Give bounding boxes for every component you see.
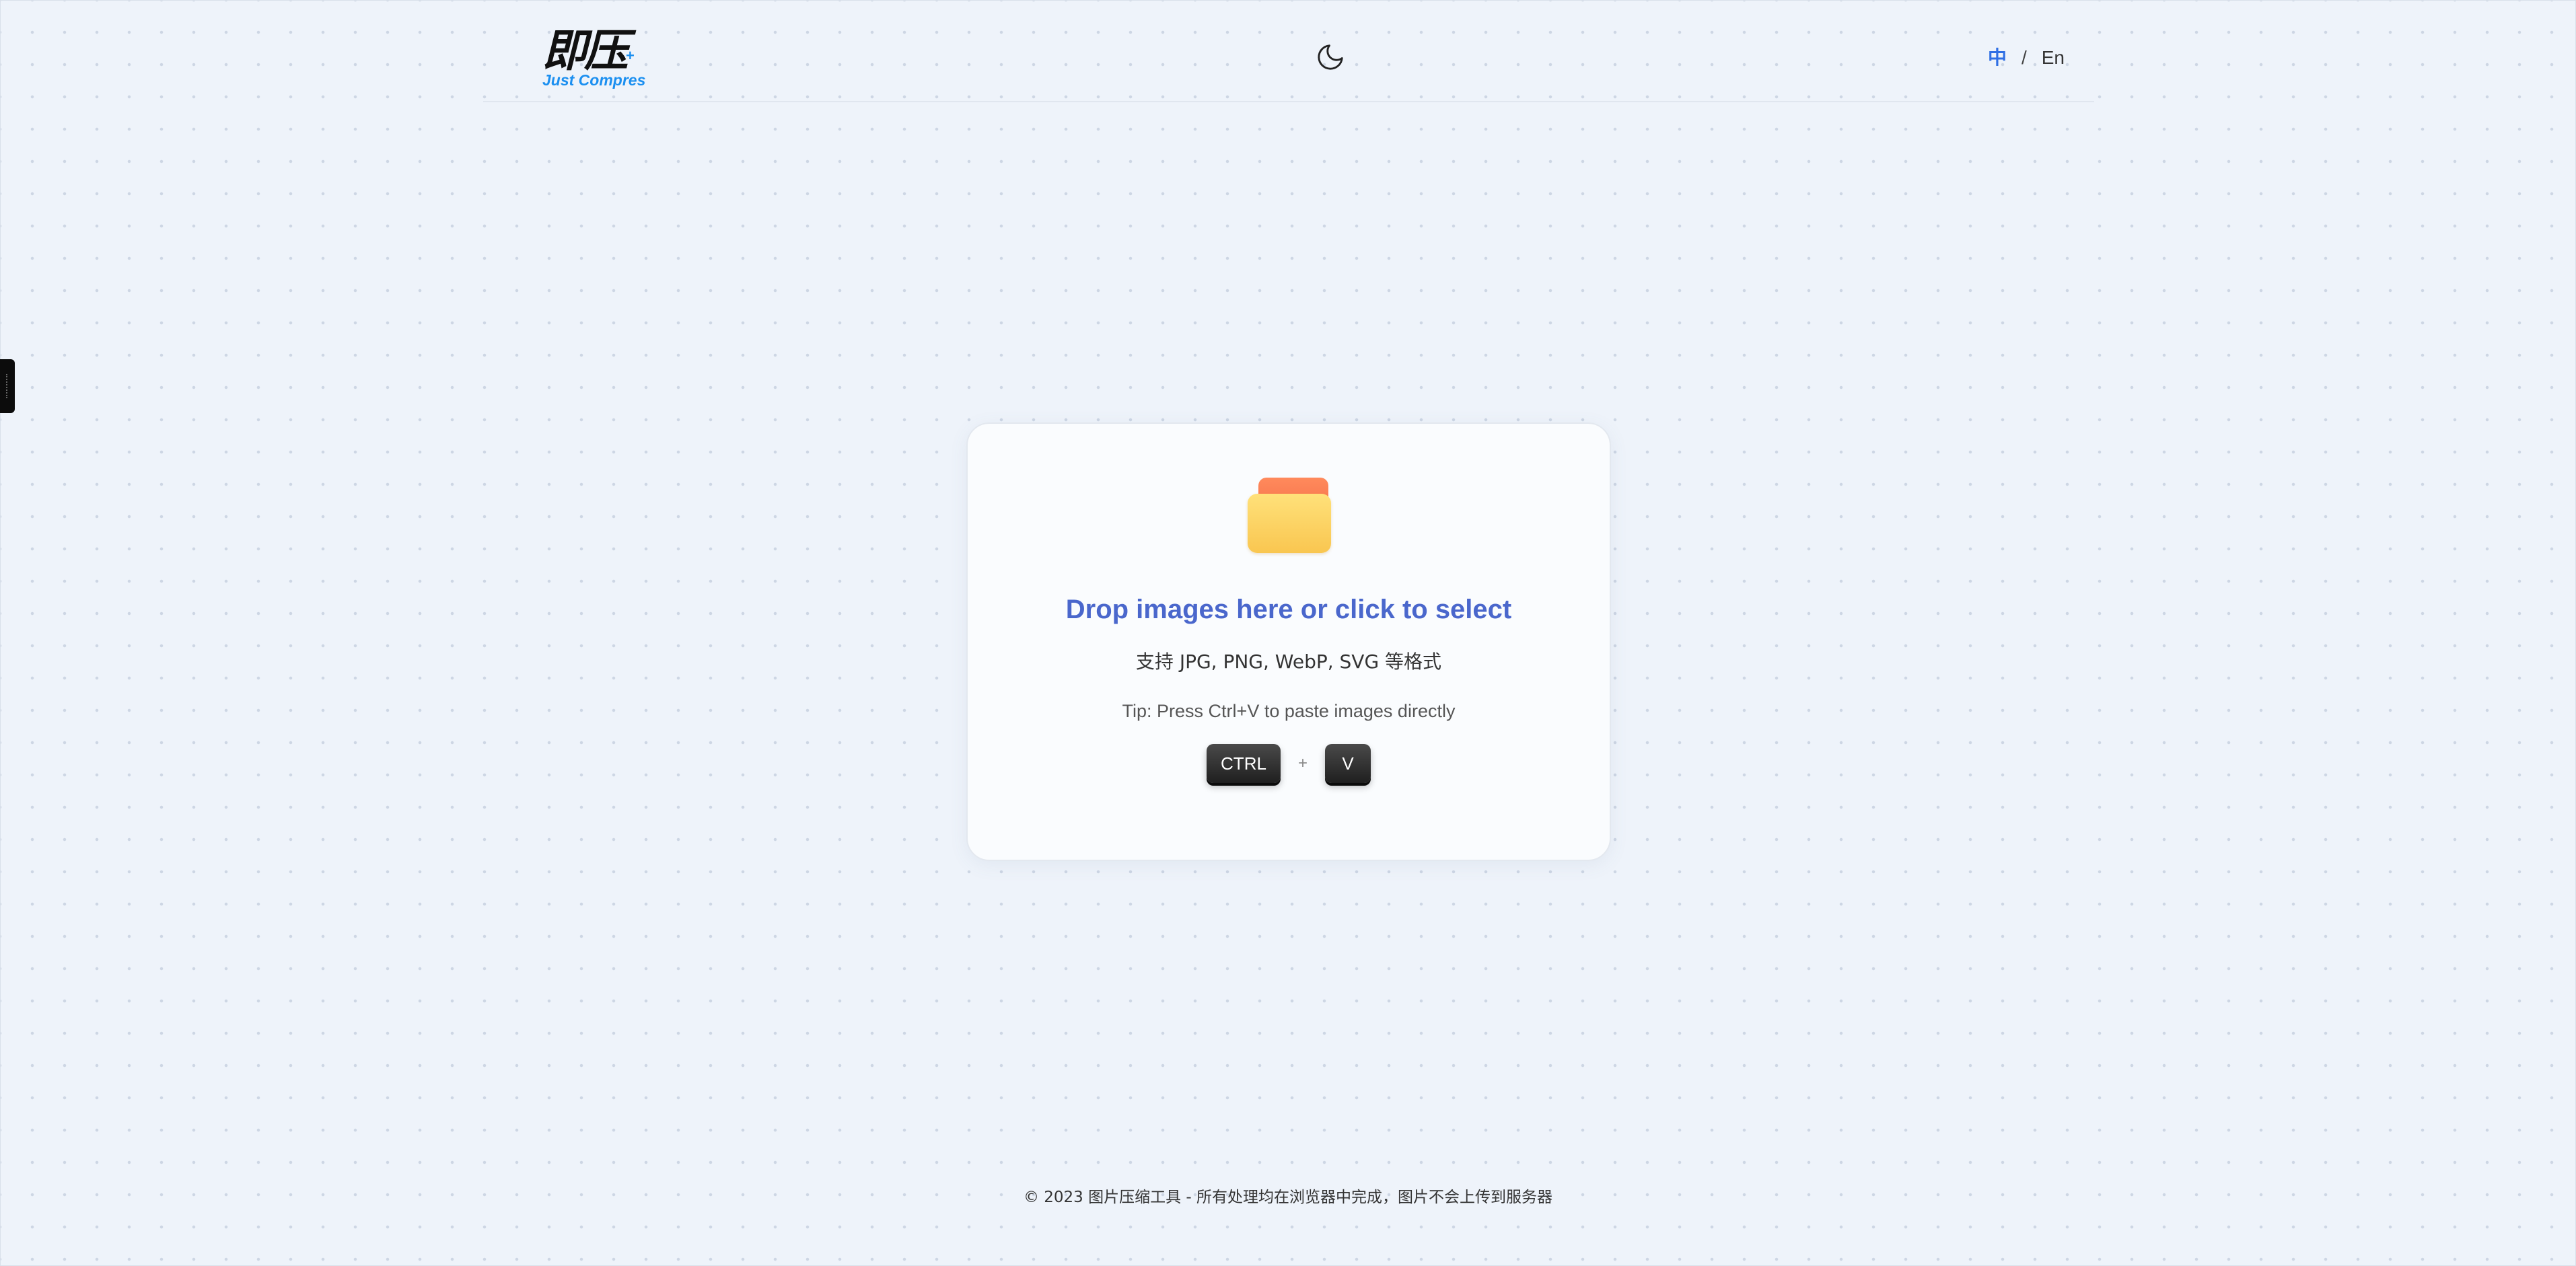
- supported-formats-text: 支持 JPG, PNG, WebP, SVG 等格式: [1135, 650, 1442, 673]
- language-switcher: 中 / En: [1988, 44, 2065, 71]
- paste-tip-text: Tip: Press Ctrl+V to paste images direct…: [1122, 701, 1456, 721]
- header: 即压 + Just Compres 中 / En: [483, 0, 2094, 102]
- side-drawer-handle[interactable]: [0, 359, 15, 413]
- lang-separator: /: [2021, 47, 2027, 68]
- footer-text: © 2023 图片压缩工具 - 所有处理均在浏览器中完成，图片不会上传到服务器: [1023, 1189, 1553, 1206]
- moon-icon: [1318, 44, 1343, 70]
- dropzone-title: Drop images here or click to select: [1065, 595, 1512, 624]
- lang-en-option[interactable]: En: [2042, 44, 2065, 71]
- logo-english-text: Just Compres: [542, 71, 646, 89]
- lang-zh-option[interactable]: 中: [1988, 44, 2007, 71]
- footer: © 2023 图片压缩工具 - 所有处理均在浏览器中完成，图片不会上传到服务器: [0, 1185, 2576, 1209]
- logo[interactable]: 即压 + Just Compres: [542, 27, 650, 91]
- v-key: V: [1325, 744, 1371, 783]
- folder-icon: [1248, 478, 1331, 553]
- shortcut-keys: CTRL + V: [968, 744, 1610, 783]
- logo-plus-icon: +: [626, 47, 635, 64]
- folder-front: [1248, 494, 1331, 553]
- ctrl-key: CTRL: [1206, 744, 1281, 783]
- key-plus-sign: +: [1297, 754, 1308, 772]
- upload-dropzone[interactable]: Drop images here or click to select 支持 J…: [966, 422, 1611, 861]
- logo-chinese-text: 即压: [542, 24, 629, 77]
- theme-toggle-button[interactable]: [1315, 42, 1346, 73]
